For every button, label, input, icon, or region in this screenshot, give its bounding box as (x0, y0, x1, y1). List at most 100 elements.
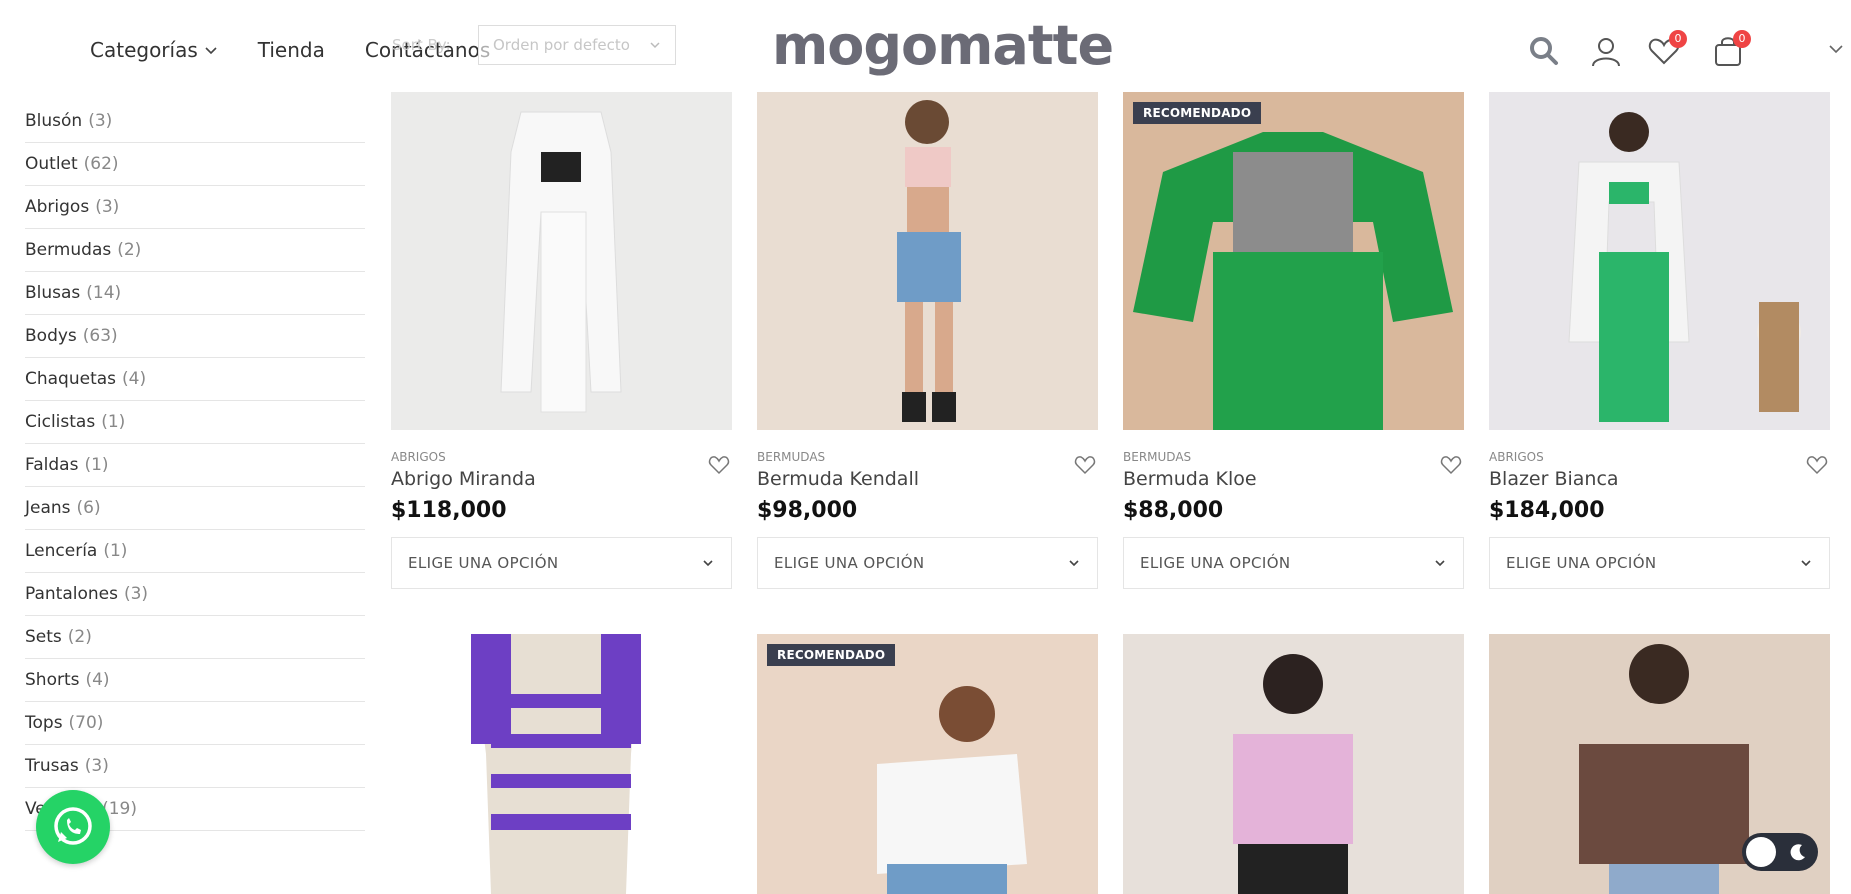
sidebar-item-jeans[interactable]: Jeans (6) (25, 487, 365, 530)
category-count: (1) (84, 455, 109, 475)
sidebar-item-chaquetas[interactable]: Chaquetas (4) (25, 358, 365, 401)
heart-icon[interactable] (1806, 454, 1828, 476)
site-header: Categorías Tienda Contáctanos mogomatte … (0, 0, 1851, 92)
category-name: Blusas (25, 283, 81, 303)
category-count: (2) (67, 627, 92, 647)
nav-tienda[interactable]: Tienda (258, 38, 325, 62)
category-name: Blusón (25, 111, 83, 131)
product-image[interactable]: RECOMENDADO (1123, 92, 1464, 430)
category-name: Sets (25, 627, 62, 647)
product-image[interactable] (391, 634, 732, 894)
category-count: (14) (86, 283, 122, 303)
category-name: Shorts (25, 670, 80, 690)
variant-select-label: ELIGE UNA OPCIÓN (1506, 554, 1657, 572)
moon-icon (1790, 844, 1805, 861)
dark-mode-toggle[interactable] (1742, 833, 1818, 871)
category-name: Lencería (25, 541, 98, 561)
product-image[interactable]: RECOMENDADO (757, 634, 1098, 894)
category-count: (2) (117, 240, 142, 260)
product-image[interactable] (1123, 634, 1464, 894)
product-image[interactable] (1489, 92, 1830, 430)
chevron-down-icon (650, 42, 660, 49)
sidebar-item-blusas[interactable]: Blusas (14) (25, 272, 365, 315)
sidebar-item-faldas[interactable]: Faldas (1) (25, 444, 365, 487)
product-price: $98,000 (757, 498, 858, 523)
product-category: BERMUDAS (1123, 450, 1192, 464)
product-card[interactable]: RECOMENDADO BERMUDAS Bermuda Kloe $88,00… (1123, 92, 1464, 589)
product-card[interactable]: ABRIGOS Abrigo Miranda $118,000 ELIGE UN… (391, 92, 732, 589)
chevron-down-icon (1069, 560, 1079, 567)
product-name[interactable]: Blazer Bianca (1489, 468, 1830, 490)
wishlist-icon[interactable]: 0 (1647, 30, 1687, 68)
nav-categorias[interactable]: Categorías (90, 38, 218, 62)
product-category: ABRIGOS (391, 450, 446, 464)
category-name: Pantalones (25, 584, 118, 604)
order-select-value: Orden por defecto (493, 36, 630, 54)
cart-icon[interactable]: 0 (1711, 30, 1751, 68)
sidebar-item-bodys[interactable]: Bodys (63) (25, 315, 365, 358)
variant-select[interactable]: ELIGE UNA OPCIÓN (757, 537, 1098, 589)
product-name[interactable]: Abrigo Miranda (391, 468, 732, 490)
category-count: (6) (76, 498, 101, 518)
product-price: $118,000 (391, 498, 507, 523)
sort-by-label: Sort By: (392, 36, 451, 54)
variant-select[interactable]: ELIGE UNA OPCIÓN (1489, 537, 1830, 589)
category-name: Ciclistas (25, 412, 96, 432)
variant-select-label: ELIGE UNA OPCIÓN (774, 554, 925, 572)
sidebar-item-shorts[interactable]: Shorts (4) (25, 659, 365, 702)
sidebar-item-bluson[interactable]: Blusón (3) (25, 100, 365, 143)
product-price: $88,000 (1123, 498, 1224, 523)
chevron-down-icon (703, 560, 713, 567)
product-card[interactable]: ABRIGOS Blazer Bianca $184,000 ELIGE UNA… (1489, 92, 1830, 589)
product-price: $184,000 (1489, 498, 1605, 523)
sidebar-item-tops[interactable]: Tops (70) (25, 702, 365, 745)
whatsapp-chat-button[interactable] (36, 790, 110, 864)
search-icon[interactable] (1527, 34, 1561, 68)
sidebar-item-abrigos[interactable]: Abrigos (3) (25, 186, 365, 229)
sidebar-item-trusas[interactable]: Trusas (3) (25, 745, 365, 788)
product-name[interactable]: Bermuda Kloe (1123, 468, 1464, 490)
variant-select[interactable]: ELIGE UNA OPCIÓN (391, 537, 732, 589)
cart-count-badge: 0 (1733, 30, 1751, 48)
product-name[interactable]: Bermuda Kendall (757, 468, 1098, 490)
heart-icon[interactable] (1440, 454, 1462, 476)
product-card[interactable] (391, 634, 732, 894)
chevron-down-icon[interactable] (1827, 40, 1845, 58)
nav-categorias-label: Categorías (90, 38, 198, 62)
site-logo[interactable]: mogomatte (772, 14, 1114, 77)
category-name: Abrigos (25, 197, 90, 217)
sidebar-item-ciclistas[interactable]: Ciclistas (1) (25, 401, 365, 444)
category-name: Bermudas (25, 240, 112, 260)
sidebar-item-pantalones[interactable]: Pantalones (3) (25, 573, 365, 616)
category-name: Outlet (25, 154, 78, 174)
category-name: Jeans (25, 498, 71, 518)
account-icon[interactable] (1589, 34, 1623, 68)
category-count: (1) (101, 412, 126, 432)
product-card[interactable] (1123, 634, 1464, 894)
sidebar-item-outlet[interactable]: Outlet (62) (25, 143, 365, 186)
heart-icon[interactable] (708, 454, 730, 476)
toggle-knob (1746, 837, 1776, 867)
sidebar-item-bermudas[interactable]: Bermudas (2) (25, 229, 365, 272)
category-count: (3) (88, 111, 113, 131)
variant-select[interactable]: ELIGE UNA OPCIÓN (1123, 537, 1464, 589)
product-card[interactable]: BERMUDAS Bermuda Kendall $98,000 ELIGE U… (757, 92, 1098, 589)
product-image[interactable] (391, 92, 732, 430)
product-category: ABRIGOS (1489, 450, 1544, 464)
order-select[interactable]: Orden por defecto (478, 25, 676, 65)
category-name: Faldas (25, 455, 79, 475)
category-name: Chaquetas (25, 369, 117, 389)
product-image[interactable] (757, 92, 1098, 430)
category-name: Bodys (25, 326, 77, 346)
category-name: Tops (25, 713, 63, 733)
chevron-down-icon (1435, 560, 1445, 567)
category-count: (4) (85, 670, 110, 690)
chevron-down-icon (1801, 560, 1811, 567)
heart-icon[interactable] (1074, 454, 1096, 476)
category-count: (70) (68, 713, 104, 733)
recommended-badge: RECOMENDADO (1133, 102, 1262, 124)
sidebar-item-lenceria[interactable]: Lencería (1) (25, 530, 365, 573)
category-count: (3) (95, 197, 120, 217)
product-card[interactable]: RECOMENDADO (757, 634, 1098, 894)
sidebar-item-sets[interactable]: Sets (2) (25, 616, 365, 659)
